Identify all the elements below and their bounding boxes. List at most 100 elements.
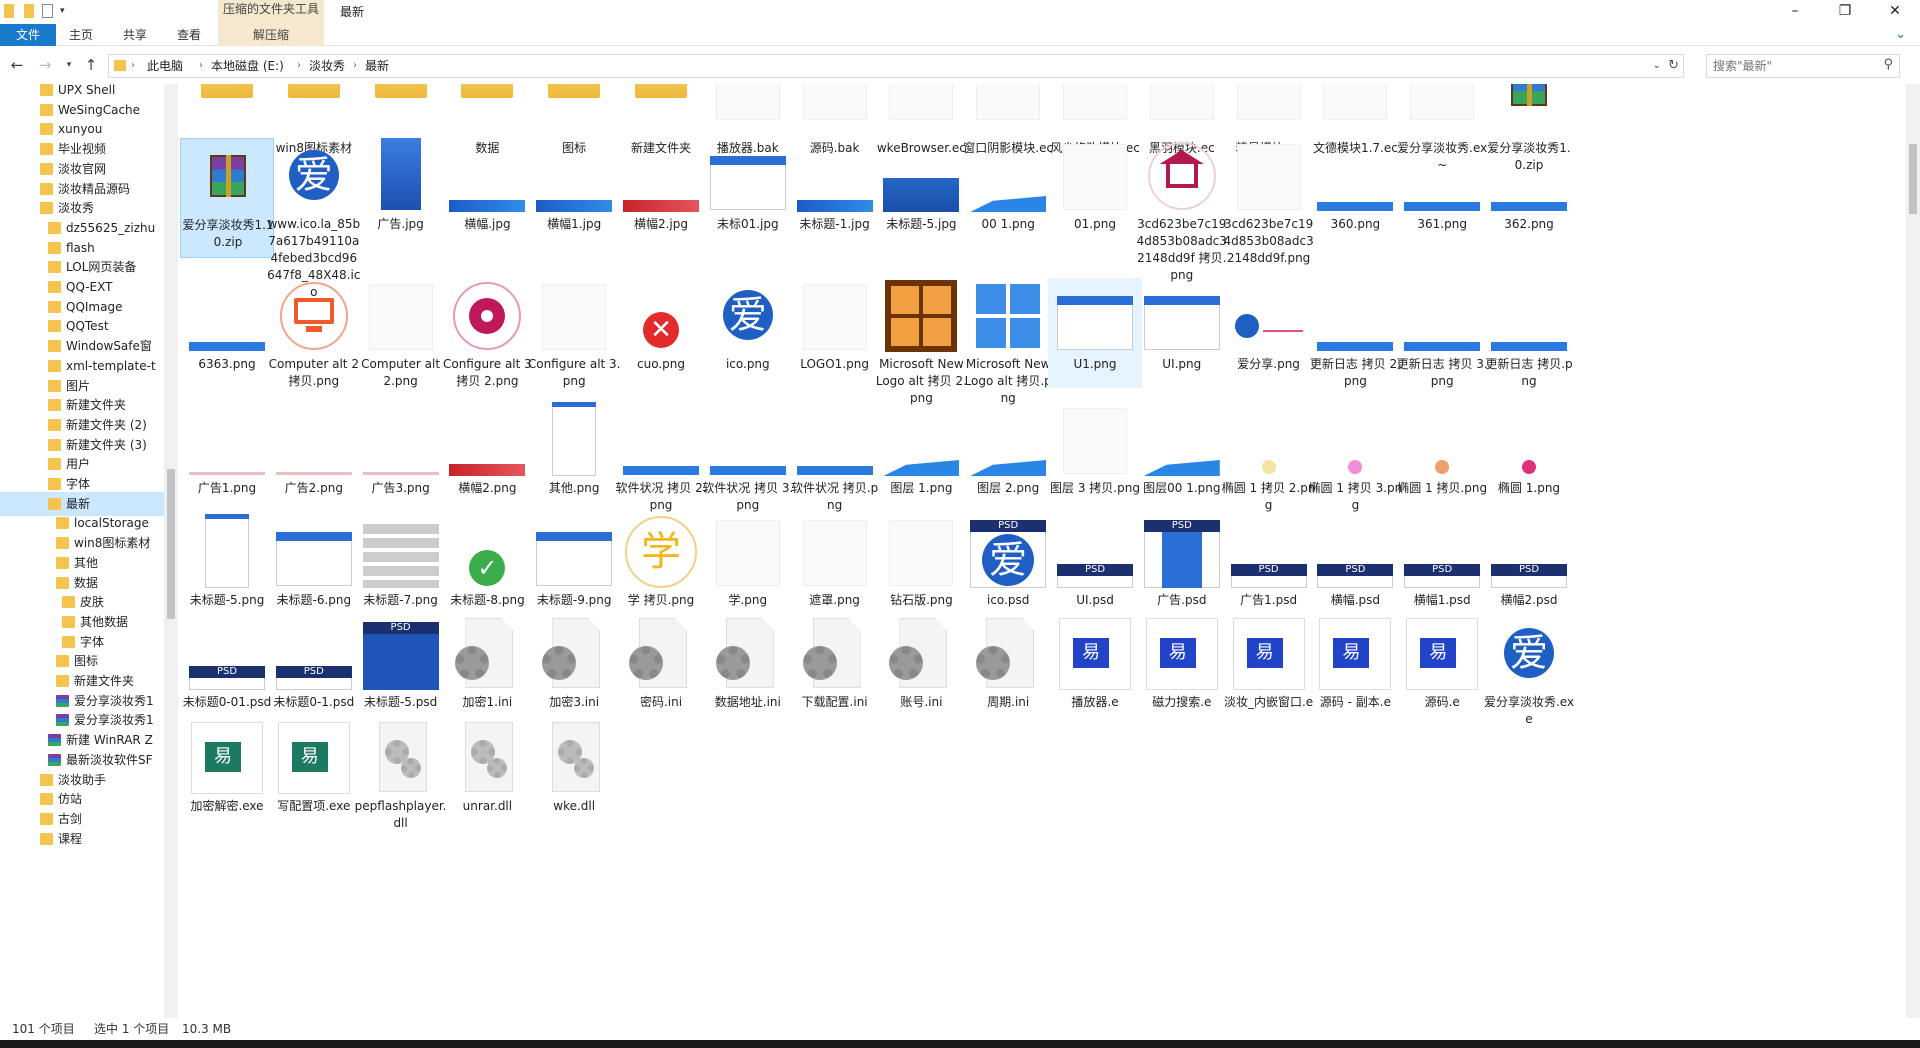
file-item[interactable]: 加密3.ini	[527, 616, 621, 712]
file-item[interactable]: 易源码 - 副本.e	[1308, 616, 1402, 712]
file-item[interactable]: 未标题-1.jpg	[788, 138, 882, 258]
chevron-right-icon[interactable]: ›	[199, 55, 203, 77]
file-item[interactable]: 学学 拷贝.png	[614, 514, 708, 610]
file-item[interactable]: wkeBrowser.ec	[874, 84, 968, 155]
breadcrumb-drive-e[interactable]: 本地磁盘 (E:)	[211, 55, 284, 77]
file-item[interactable]: 下载配置.ini	[788, 616, 882, 712]
file-item[interactable]: 风尘修改模块.ec	[1048, 84, 1142, 155]
tab-home[interactable]: 主页	[60, 24, 102, 46]
file-item[interactable]: 广告1.png	[180, 402, 274, 502]
file-item[interactable]: 图层 3 拷贝.png	[1048, 402, 1142, 502]
file-item[interactable]: 广告3.png	[354, 402, 448, 502]
file-item[interactable]: 图标	[527, 84, 621, 155]
chevron-right-icon[interactable]: ›	[353, 55, 357, 77]
chevron-right-icon[interactable]: ›	[297, 55, 301, 77]
file-item[interactable]: 00 1.png	[961, 138, 1055, 258]
back-arrow-icon[interactable]: ←	[6, 54, 28, 76]
file-item[interactable]: 更新日志 拷贝 3.png	[1395, 278, 1489, 388]
file-item[interactable]: 数据地址.ini	[701, 616, 795, 712]
file-item[interactable]: 爱分享淡妆秀1.10.zip	[180, 138, 274, 258]
file-item[interactable]: 易写配置项.exe	[267, 720, 361, 830]
file-item[interactable]: LOGO1.png	[788, 278, 882, 388]
file-item[interactable]: PSD 广告.psd	[1135, 514, 1229, 610]
file-item[interactable]: win8图标素材	[267, 84, 361, 155]
file-item[interactable]: 源码.bak	[788, 84, 882, 155]
nav-scroll-thumb[interactable]	[167, 469, 175, 619]
forward-arrow-icon[interactable]: →	[34, 54, 56, 76]
file-item[interactable]: 爱分享淡妆秀1.0.zip	[1482, 84, 1576, 172]
file-item[interactable]: 3cd623be7c194d853b08adc32148dd9f.png	[1222, 138, 1316, 265]
file-item[interactable]: 其他.png	[527, 402, 621, 502]
file-item[interactable]: 易播放器.e	[1048, 616, 1142, 712]
file-item[interactable]: 加密1.ini	[440, 616, 534, 712]
file-item[interactable]: Configure alt 3.png	[527, 278, 621, 388]
file-item[interactable]: 横幅1.jpg	[527, 138, 621, 258]
refresh-icon[interactable]: ↻	[1668, 55, 1679, 77]
address-dropdown-icon[interactable]: ⌄	[1653, 55, 1661, 77]
file-item[interactable]: 360.png	[1308, 138, 1402, 258]
file-item[interactable]: 爱爱分享淡妆秀.exe	[1482, 616, 1576, 726]
file-item[interactable]: 横幅2.jpg	[614, 138, 708, 258]
qat-dropdown-icon[interactable]: ▾	[60, 4, 70, 18]
file-item[interactable]: ✕ cuo.png	[614, 278, 708, 388]
file-item[interactable]: 文德模块1.7.ec	[1308, 84, 1402, 155]
properties-icon[interactable]	[42, 4, 53, 18]
address-bar[interactable]: › 此电脑 › 本地磁盘 (E:) › 淡妆秀 › 最新 ⌄ ↻	[108, 54, 1684, 78]
file-item[interactable]: Microsoft New Logo alt 拷贝 2.png	[874, 278, 968, 405]
file-item[interactable]: 横幅2.png	[440, 402, 534, 502]
file-item[interactable]: 3cd623be7c194d853b08adc32148dd9f 拷贝.png	[1135, 138, 1229, 282]
file-item[interactable]: 图层 2.png	[961, 402, 1055, 502]
minimize-button[interactable]: –	[1772, 0, 1818, 24]
ribbon-expand-icon[interactable]: ⌄	[1895, 24, 1906, 46]
file-item[interactable]: 图层 1.png	[874, 402, 968, 502]
content-scrollbar[interactable]	[1906, 84, 1920, 1018]
new-folder-icon[interactable]	[24, 4, 34, 18]
file-item[interactable]: 学.png	[701, 514, 795, 610]
file-item[interactable]: 更新日志 拷贝 2.png	[1308, 278, 1402, 388]
file-item[interactable]: 密码.ini	[614, 616, 708, 712]
file-item[interactable]: PSD 横幅1.psd	[1395, 514, 1489, 610]
file-item[interactable]: Microsoft New Logo alt 拷贝.png	[961, 278, 1055, 405]
file-item[interactable]: U1.png	[1048, 278, 1142, 388]
tab-extract[interactable]: 解压缩	[218, 24, 324, 46]
breadcrumb-latest[interactable]: 最新	[365, 55, 389, 77]
file-item[interactable]: 爱分享.png	[1222, 278, 1316, 388]
file-item[interactable]: PSD UI.psd	[1048, 514, 1142, 610]
file-item[interactable]: 软件状况 拷贝 2.png	[614, 402, 708, 512]
file-item[interactable]: pepflashplayer.dll	[354, 720, 448, 830]
file-item[interactable]: Computer alt 2 拷贝.png	[267, 278, 361, 388]
file-item[interactable]: 未标题-5.png	[180, 514, 274, 610]
file-item[interactable]: 椭圆 1 拷贝 2.png	[1222, 402, 1316, 512]
file-item[interactable]: Computer alt 2.png	[354, 278, 448, 388]
file-item[interactable]: 6363.png	[180, 278, 274, 388]
file-item[interactable]: ✓ 未标题-8.png	[440, 514, 534, 610]
file-item[interactable]: 未标题-9.png	[527, 514, 621, 610]
file-item[interactable]: 易加密解密.exe	[180, 720, 274, 830]
breadcrumb-danzhuangxiu[interactable]: 淡妆秀	[309, 55, 345, 77]
file-item[interactable]: PSD 横幅2.psd	[1482, 514, 1576, 610]
file-item[interactable]: 未标题-6.png	[267, 514, 361, 610]
file-item[interactable]: 易磁力搜索.e	[1135, 616, 1229, 712]
file-item[interactable]: 黑羽模块.ec	[1135, 84, 1229, 155]
up-arrow-icon[interactable]: ↑	[80, 54, 102, 76]
file-item[interactable]: PSD 横幅.psd	[1308, 514, 1402, 610]
file-item[interactable]: 爱 ico.png	[701, 278, 795, 388]
close-button[interactable]: ✕	[1872, 0, 1918, 24]
nav-item[interactable]: 课程	[0, 827, 164, 851]
file-item[interactable]: 软件状况 拷贝 3.png	[701, 402, 795, 512]
file-item[interactable]: wke.dll	[527, 720, 621, 830]
recent-dropdown-icon[interactable]: ▾	[58, 54, 80, 76]
file-item[interactable]: 更新日志 拷贝.png	[1482, 278, 1576, 388]
breadcrumb-this-pc[interactable]: 此电脑	[147, 55, 183, 77]
file-item[interactable]: 未标题-7.png	[354, 514, 448, 610]
file-item[interactable]: 图层00 1.png	[1135, 402, 1229, 502]
file-item[interactable]: 精易模块.ec	[1222, 84, 1316, 155]
file-item[interactable]: 362.png	[1482, 138, 1576, 258]
file-item[interactable]: Configure alt 3 拷贝 2.png	[440, 278, 534, 388]
file-item[interactable]: 软件状况 拷贝.png	[788, 402, 882, 512]
maximize-button[interactable]: ❐	[1822, 0, 1868, 24]
file-item[interactable]: 数据	[440, 84, 534, 155]
file-item[interactable]: PSD 未标题-5.psd	[354, 616, 448, 712]
file-item[interactable]: 361.png	[1395, 138, 1489, 258]
search-box[interactable]: ⚲	[1706, 54, 1900, 78]
